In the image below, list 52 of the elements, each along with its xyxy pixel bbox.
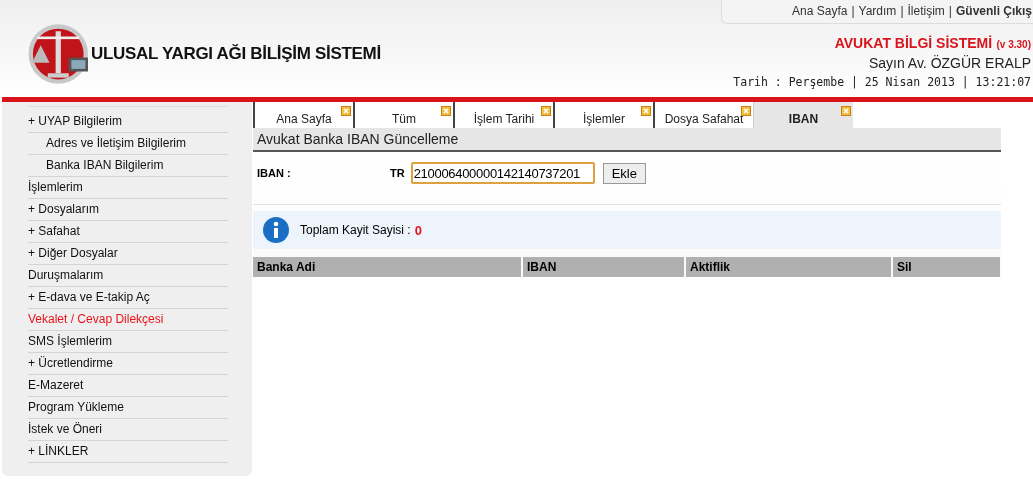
close-icon[interactable] — [341, 106, 351, 116]
menu-item[interactable]: + LİNKLER — [28, 441, 228, 463]
system-title: AVUKAT BİLGİ SİSTEMİ — [834, 35, 993, 51]
submenu-item[interactable]: Adres ve İletişim Bilgilerim — [28, 133, 228, 155]
tab[interactable]: Tüm — [353, 102, 453, 128]
tab[interactable]: İşlemler — [553, 102, 653, 128]
column-header: Aktiflik — [686, 257, 891, 277]
app-title: ULUSAL YARGI AĞI BİLİŞİM SİSTEMİ — [91, 43, 381, 64]
user-greeting: Sayın Av. ÖZGÜR ERALP — [868, 55, 1032, 71]
menu-item[interactable]: SMS İşlemlerim — [28, 331, 228, 353]
separator: | — [948, 4, 952, 18]
close-icon[interactable] — [441, 106, 451, 116]
version-label: (v 3.30) — [996, 39, 1031, 50]
menu-item[interactable]: + Ücretlendirme — [28, 353, 228, 375]
tab[interactable]: Ana Sayfa — [253, 102, 353, 128]
tab[interactable]: İşlem Tarihi — [453, 102, 553, 128]
close-icon[interactable] — [541, 106, 551, 116]
header-link[interactable]: Yardım — [858, 4, 897, 18]
column-header: Banka Adi — [253, 257, 521, 277]
menu-item[interactable]: İşlemlerim — [28, 177, 228, 199]
record-count-label: Toplam Kayit Sayisi : — [300, 223, 411, 237]
menu-item[interactable]: İstek ve Öneri — [28, 419, 228, 441]
header-link[interactable]: İletişim — [907, 4, 945, 18]
panel-title: Avukat Banka IBAN Güncelleme — [253, 128, 1001, 152]
menu-item[interactable]: Program Yükleme — [28, 397, 228, 419]
close-icon[interactable] — [741, 106, 751, 116]
separator: | — [900, 4, 904, 18]
menu-item[interactable]: Vekalet / Cevap Dilekçesi — [28, 309, 228, 331]
header-link[interactable]: Güvenli Çıkış — [955, 4, 1032, 18]
column-header: Sil — [893, 257, 1000, 277]
column-header: IBAN — [523, 257, 684, 277]
menu-item[interactable]: E-Mazeret — [28, 375, 228, 397]
menu-item[interactable]: + UYAP Bilgilerim — [28, 111, 228, 133]
submenu-item[interactable]: Banka IBAN Bilgilerim — [28, 155, 228, 177]
menu-item[interactable]: + Diğer Dosyalar — [28, 243, 228, 265]
iban-field[interactable]: 210006400000142140737201 — [410, 162, 595, 184]
country-prefix: TR — [390, 167, 405, 179]
record-count: 0 — [414, 222, 422, 238]
close-icon[interactable] — [841, 106, 851, 116]
menu-item[interactable]: + E-dava ve E-takip Aç — [28, 287, 228, 309]
separator: | — [851, 4, 855, 18]
tab[interactable]: IBAN — [753, 102, 853, 128]
info-icon — [262, 216, 290, 244]
header-link[interactable]: Ana Sayfa — [792, 4, 848, 18]
close-icon[interactable] — [641, 106, 651, 116]
menu-item[interactable]: + Safahat — [28, 221, 228, 243]
tab[interactable]: Dosya Safahat — [653, 102, 753, 128]
menu-item[interactable]: Duruşmalarım — [28, 265, 228, 287]
field-label: IBAN : — [257, 167, 292, 179]
menu-item[interactable]: + Dosyalarım — [28, 199, 228, 221]
date-time: Tarih : Perşembe | 25 Nisan 2013 | 13:21:07 — [733, 75, 1032, 89]
add-button[interactable]: Ekle — [602, 162, 646, 184]
